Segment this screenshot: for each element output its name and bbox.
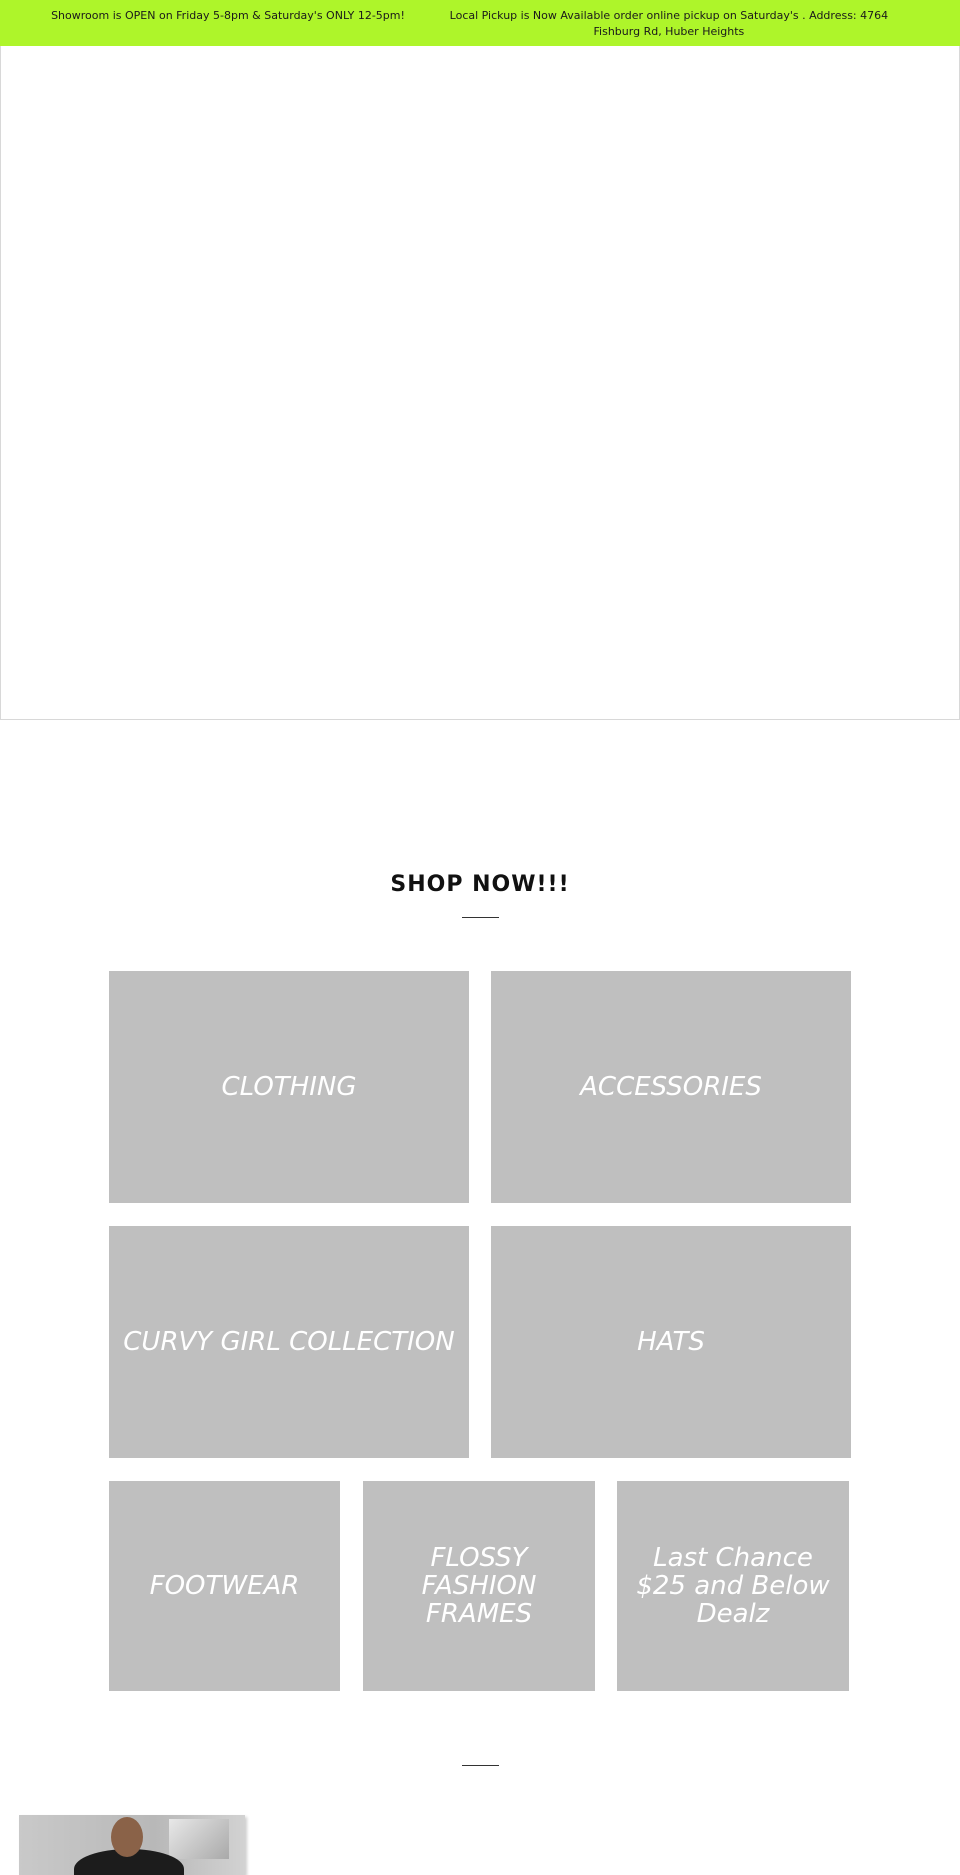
photo-wall-art bbox=[169, 1819, 229, 1859]
collection-tile-footwear[interactable]: FOOTWEAR bbox=[109, 1481, 340, 1691]
announcement-bar: Showroom is OPEN on Friday 5-8pm & Satur… bbox=[0, 0, 960, 46]
section-divider bbox=[462, 1765, 499, 1766]
collection-tile-hats[interactable]: HATS bbox=[491, 1226, 851, 1458]
collection-tile-curvy-girl[interactable]: CURVY GIRL COLLECTION bbox=[109, 1226, 469, 1458]
collection-tile-accessories[interactable]: ACCESSORIES bbox=[491, 971, 851, 1203]
hero-banner bbox=[0, 46, 960, 720]
announcement-local-pickup: Local Pickup is Now Available order onli… bbox=[449, 9, 889, 38]
collection-tile-flossy-fashion-frames[interactable]: FLOSSY FASHION FRAMES bbox=[363, 1481, 595, 1691]
photo-model-head bbox=[111, 1817, 143, 1857]
title-divider bbox=[462, 917, 499, 918]
section-title: SHOP NOW!!! bbox=[390, 872, 570, 897]
collection-tile-clothing[interactable]: CLOTHING bbox=[109, 971, 469, 1203]
collection-tile-last-chance-dealz[interactable]: Last Chance $25 and Below Dealz bbox=[617, 1481, 849, 1691]
product-photo[interactable] bbox=[19, 1815, 245, 1875]
announcement-showroom-hours: Showroom is OPEN on Friday 5-8pm & Satur… bbox=[51, 9, 405, 22]
